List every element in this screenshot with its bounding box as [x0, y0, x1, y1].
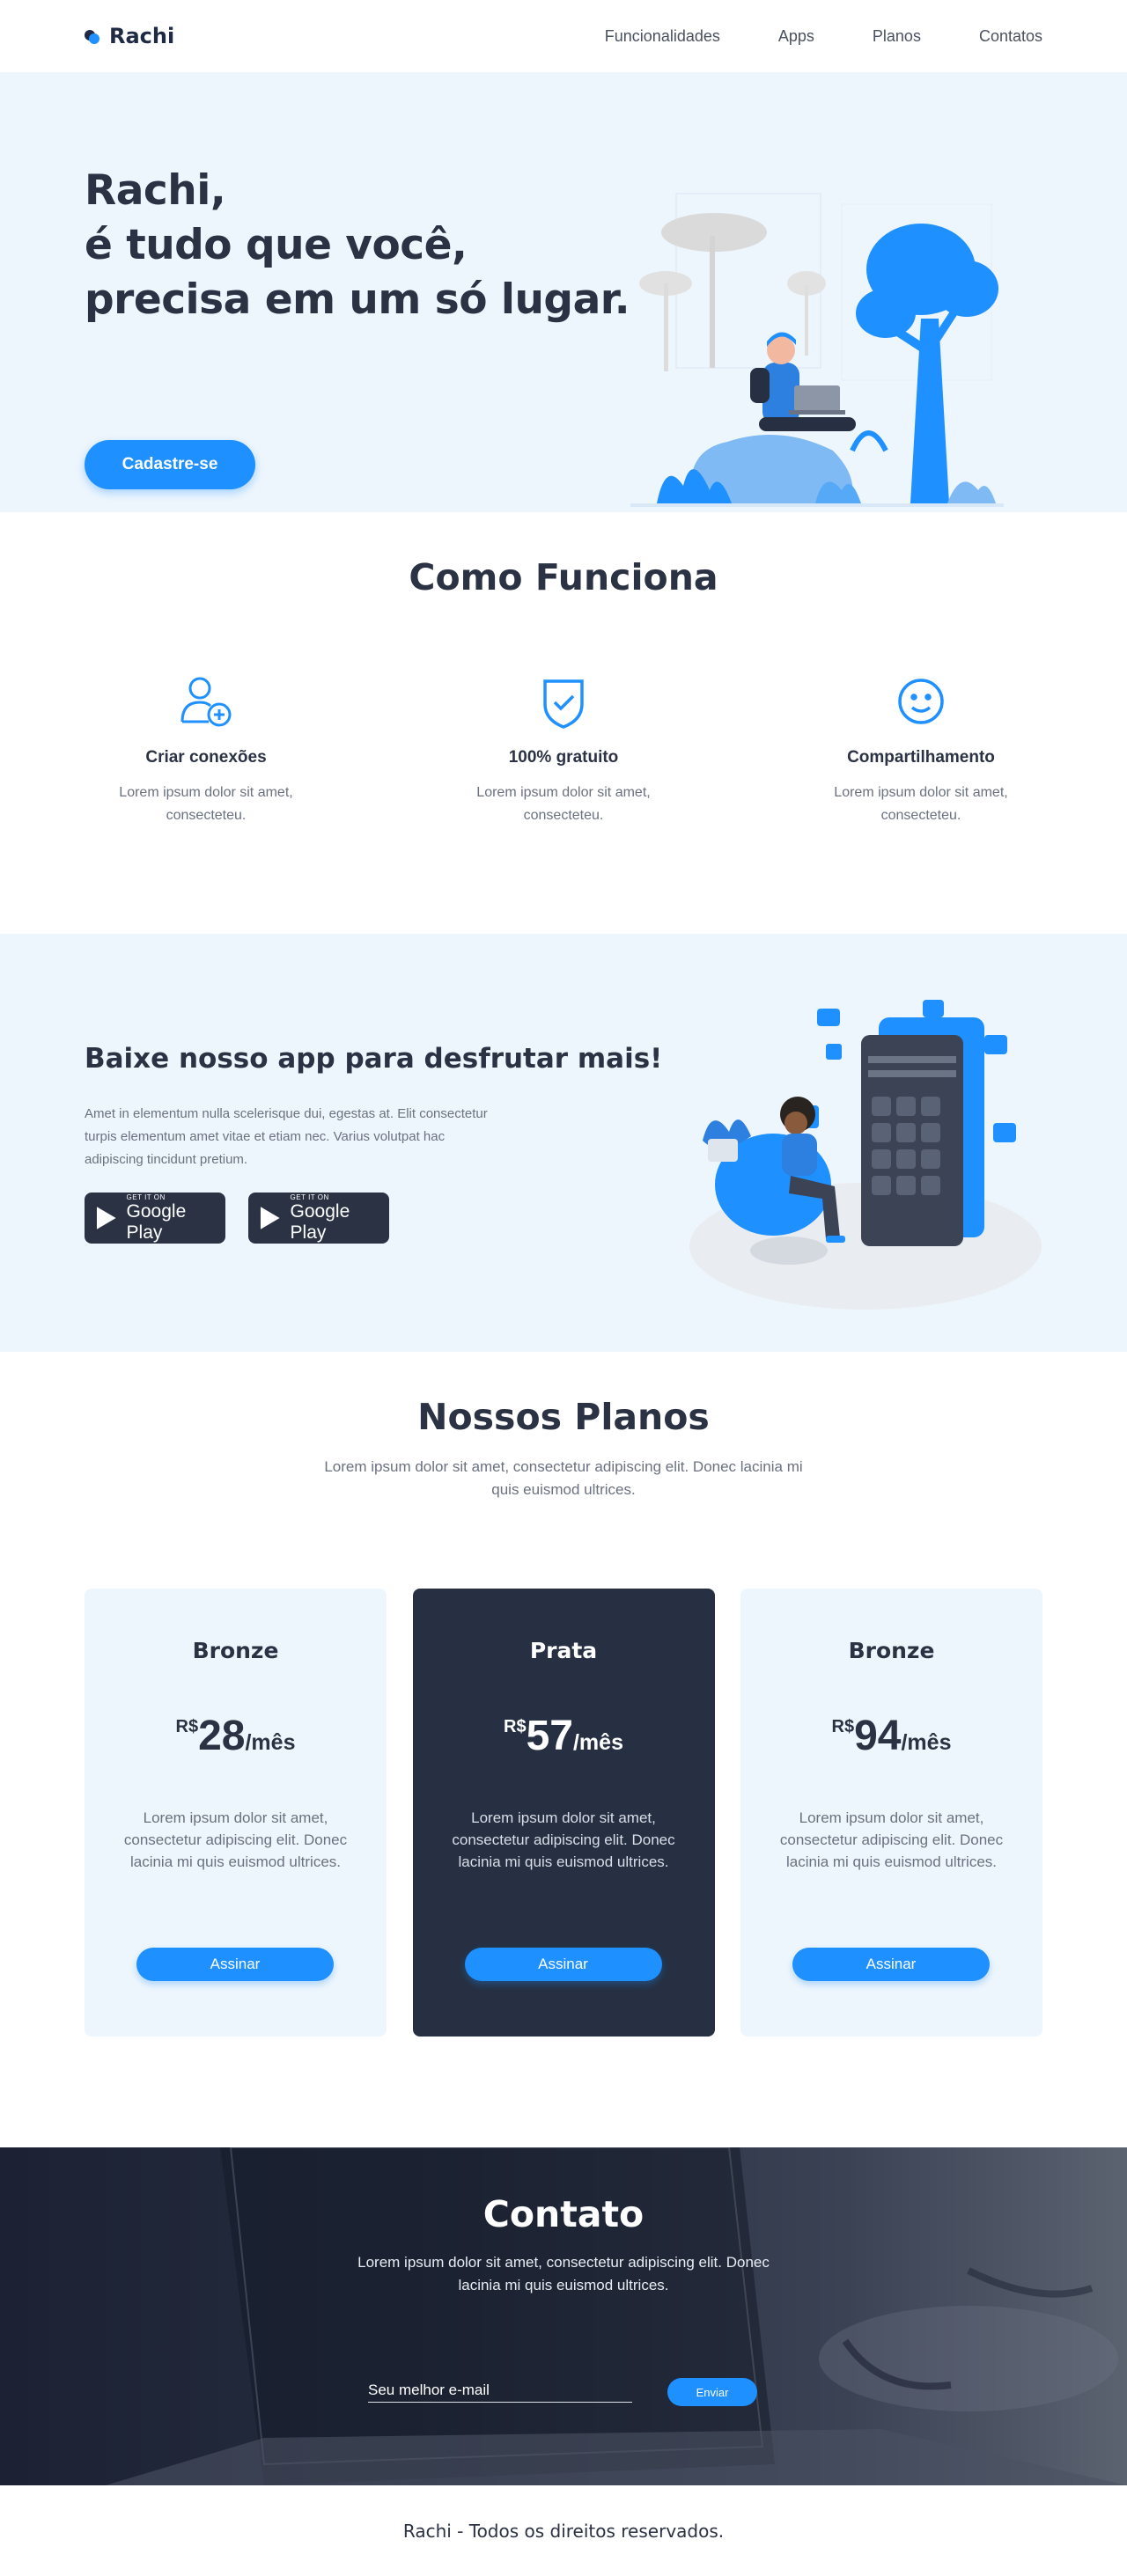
contact-title: Contato: [482, 2193, 645, 2235]
send-button[interactable]: Enviar: [667, 2378, 757, 2406]
plan-price: R$94/mês: [740, 1712, 1042, 1760]
how-it-works-title: Como Funciona: [409, 556, 718, 598]
subscribe-button[interactable]: Assinar: [136, 1948, 334, 1981]
google-play-button[interactable]: GET IT ON Google Play: [85, 1193, 225, 1244]
price-period: /mês: [901, 1730, 952, 1755]
store-big-label: Google Play: [126, 1200, 187, 1243]
add-user-icon: [180, 677, 232, 727]
store-small-label: GET IT ON: [126, 1193, 166, 1201]
plan-description: Lorem ipsum dolor sit amet, consectetur …: [452, 1809, 675, 1870]
play-store-icon: [96, 1207, 116, 1229]
price-amount: 57: [526, 1713, 573, 1759]
hero-illustration: [630, 193, 1004, 507]
plan-price: R$28/mês: [85, 1712, 387, 1760]
plan-price: R$57/mês: [413, 1712, 715, 1760]
feature-item: Criar conexões Lorem ipsum dolor sit ame…: [85, 671, 328, 827]
price-currency: R$: [831, 1717, 855, 1736]
footer-text: Rachi - Todos os direitos reservados.: [402, 2520, 725, 2542]
feature-title: Criar conexões: [145, 748, 267, 767]
email-field[interactable]: [368, 2378, 632, 2403]
hero-title: Rachi, é tudo que você, precisa em um só…: [85, 166, 630, 324]
feature-title: 100% gratuito: [508, 748, 619, 767]
nav-link-apps[interactable]: Apps: [778, 27, 814, 46]
feature-item: Compartilhamento Lorem ipsum dolor sit a…: [799, 671, 1042, 827]
plan-description: Lorem ipsum dolor sit amet, consectetur …: [779, 1809, 1004, 1870]
feature-title: Compartilhamento: [847, 748, 995, 767]
price-amount: 94: [854, 1713, 902, 1759]
plans-section: Nossos Planos Lorem ipsum dolor sit amet…: [0, 1352, 1127, 2147]
nav-link-contatos[interactable]: Contatos: [979, 27, 1042, 46]
feature-text: Lorem ipsum dolor sit amet, consecteteu.: [476, 785, 651, 823]
app-description: Amet in elementum nulla scelerisque dui,…: [85, 1106, 488, 1167]
logo[interactable]: Rachi: [85, 24, 174, 48]
logo-icon: [85, 28, 100, 44]
google-play-button[interactable]: GET IT ON Google Play: [248, 1193, 389, 1244]
price-period: /mês: [245, 1730, 296, 1755]
store-small-label: GET IT ON: [290, 1193, 329, 1201]
plan-name: Prata: [529, 1638, 598, 1663]
logo-text: Rachi: [109, 24, 175, 48]
how-it-works-section: Como Funciona Criar conexões Lorem ipsum…: [0, 512, 1127, 934]
site-footer: Rachi - Todos os direitos reservados.: [0, 2485, 1127, 2576]
play-store-icon: [260, 1207, 280, 1229]
main-nav: Funcionalidades Apps Planos Contatos: [605, 27, 1042, 46]
plan-name: Bronze: [848, 1638, 935, 1663]
store-buttons: GET IT ON Google Play GET IT ON Google P…: [85, 1193, 389, 1244]
feature-item: 100% gratuito Lorem ipsum dolor sit amet…: [442, 671, 685, 827]
plans-title: Nossos Planos: [417, 1396, 710, 1438]
plan-card-bronze: Bronze R$28/mês Lorem ipsum dolor sit am…: [85, 1589, 387, 2037]
store-big-label: Google Play: [290, 1200, 350, 1243]
contact-section: Contato Lorem ipsum dolor sit amet, cons…: [0, 2147, 1127, 2485]
price-currency: R$: [504, 1717, 527, 1736]
price-amount: 28: [198, 1713, 246, 1759]
site-header: Rachi Funcionalidades Apps Planos Contat…: [0, 0, 1127, 72]
subscribe-button[interactable]: Assinar: [464, 1948, 662, 1981]
subscribe-button[interactable]: Assinar: [792, 1948, 990, 1981]
smile-icon: [898, 679, 944, 724]
nav-link-planos[interactable]: Planos: [873, 27, 921, 46]
plan-cards: Bronze R$28/mês Lorem ipsum dolor sit am…: [85, 1589, 1042, 2037]
plan-name: Bronze: [192, 1638, 279, 1663]
app-title: Baixe nosso app para desfrutar mais!: [85, 1043, 663, 1075]
contact-subtitle: Lorem ipsum dolor sit amet, consectetur …: [357, 2254, 770, 2293]
signup-button[interactable]: Cadastre-se: [85, 440, 255, 489]
price-period: /mês: [572, 1730, 623, 1755]
plan-description: Lorem ipsum dolor sit amet, consectetur …: [123, 1809, 348, 1870]
price-currency: R$: [175, 1717, 199, 1736]
plans-subtitle: Lorem ipsum dolor sit amet, consectetur …: [324, 1458, 803, 1498]
feature-text: Lorem ipsum dolor sit amet, consecteteu.: [119, 785, 293, 823]
app-section: Baixe nosso app para desfrutar mais! Ame…: [0, 934, 1127, 1352]
app-illustration: [689, 1000, 1042, 1310]
plan-card-prata: Prata R$57/mês Lorem ipsum dolor sit ame…: [412, 1589, 715, 2037]
nav-link-funcionalidades[interactable]: Funcionalidades: [605, 27, 720, 46]
plan-card-bronze: Bronze R$94/mês Lorem ipsum dolor sit am…: [740, 1589, 1042, 2037]
hero-section: Rachi, é tudo que você, precisa em um só…: [0, 72, 1127, 512]
features-list: Criar conexões Lorem ipsum dolor sit ame…: [85, 671, 1042, 827]
shield-check-icon: [543, 679, 584, 729]
feature-text: Lorem ipsum dolor sit amet, consecteteu.: [834, 785, 1008, 823]
